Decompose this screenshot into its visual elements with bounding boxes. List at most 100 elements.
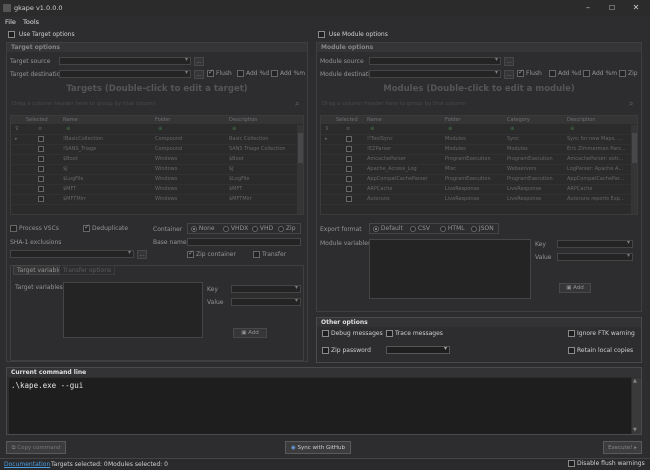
ignore-ftk-checkbox[interactable] — [568, 330, 575, 337]
zip-password-option[interactable]: Zip password — [322, 347, 371, 354]
table-row[interactable]: !SANS_Triage Compound SANS Triage Collecti… — [11, 145, 303, 155]
target-add-variable-button[interactable]: ▣ Add — [233, 328, 267, 338]
target-add-d-checkbox[interactable] — [237, 70, 244, 77]
zip-container-option[interactable]: Zip container — [187, 249, 236, 258]
export-csv-radio[interactable]: CSV — [410, 225, 430, 232]
target-add-m-checkbox[interactable] — [271, 70, 278, 77]
minimize-icon[interactable]: – — [583, 3, 593, 13]
targets-filter-row[interactable]: ⊽ ≡ ⊕ ⊕ ⊕ — [11, 125, 303, 135]
menu-tools[interactable]: Tools — [23, 18, 39, 26]
chevron-down-icon[interactable]: ▼ — [633, 427, 637, 433]
modules-grid[interactable]: Selected Name Folder Category Descriptio… — [320, 115, 638, 215]
module-value-combo[interactable] — [557, 252, 633, 261]
target-key-combo[interactable] — [231, 284, 301, 293]
use-target-checkbox[interactable] — [8, 31, 15, 38]
table-row[interactable]: ▸ !BasicCollection Compound Basic Collectio… — [11, 135, 303, 145]
module-key-combo[interactable] — [557, 239, 633, 248]
chevron-up-icon[interactable]: ▲ — [633, 378, 637, 384]
debug-messages-checkbox[interactable] — [322, 330, 329, 337]
zip-password-checkbox[interactable] — [322, 347, 329, 354]
module-add-d-option[interactable]: Add %d — [549, 70, 581, 77]
container-vhd-radio[interactable]: VHD — [252, 225, 273, 232]
targets-grid[interactable]: Selected Name Folder Description ⊽ ≡ ⊕ ⊕… — [10, 115, 304, 215]
target-source-browse-button[interactable]: … — [194, 57, 204, 66]
module-add-m-checkbox[interactable] — [583, 70, 590, 77]
table-row[interactable]: $MFTMirr Windows $MFTMirr — [11, 195, 303, 205]
table-row[interactable]: !EZParser Modules Modules Eric Zimmerman Pa… — [321, 145, 637, 155]
disable-flush-warnings-option[interactable]: Disable flush warnings — [568, 460, 645, 467]
table-row[interactable]: AppCompatCacheParser ProgramExecution Prog… — [321, 175, 637, 185]
target-value-combo[interactable] — [231, 297, 301, 306]
base-name-field[interactable] — [187, 238, 301, 246]
maximize-icon[interactable]: ☐ — [607, 3, 617, 13]
target-search-icon[interactable]: ⌕ — [295, 99, 299, 109]
target-flush-option[interactable]: Flush — [207, 68, 232, 77]
table-row[interactable]: AmcacheParser ProgramExecution ProgramExec… — [321, 155, 637, 165]
module-destination-combo[interactable] — [369, 69, 501, 78]
execute-button[interactable]: Execute! ▸ — [603, 441, 642, 454]
table-row[interactable]: Apache_Access_Log Misc Webservers LogParser… — [321, 165, 637, 175]
zip-container-checkbox[interactable] — [187, 249, 194, 258]
trace-messages-checkbox[interactable] — [386, 330, 393, 337]
table-row[interactable]: $MFT Windows $MFT — [11, 185, 303, 195]
target-destination-browse-button[interactable]: … — [194, 70, 204, 79]
module-flush-option[interactable]: Flush — [517, 68, 542, 77]
module-search-icon[interactable]: ⌕ — [629, 99, 633, 109]
use-module-checkbox[interactable] — [318, 31, 325, 38]
menu-file[interactable]: File — [5, 18, 16, 26]
module-add-d-checkbox[interactable] — [549, 70, 556, 77]
module-add-m-option[interactable]: Add %m — [583, 70, 617, 77]
retain-local-copies-checkbox[interactable] — [568, 347, 575, 354]
deduplicate-option[interactable]: Deduplicate — [83, 223, 128, 232]
table-row[interactable]: $Boot Windows $Boot — [11, 155, 303, 165]
export-html-radio[interactable]: HTML — [440, 225, 465, 232]
container-vhdx-radio[interactable]: VHDX — [223, 225, 248, 232]
transfer-option[interactable]: Transfer — [253, 251, 286, 258]
table-row[interactable]: $LogFile Windows $LogFile — [11, 175, 303, 185]
module-zip-checkbox[interactable] — [619, 70, 626, 77]
container-none-radio[interactable]: None — [191, 225, 215, 232]
target-destination-combo[interactable] — [59, 69, 191, 78]
export-default-radio[interactable]: Default — [373, 225, 403, 232]
module-add-variable-button[interactable]: ▣ Add — [559, 283, 591, 293]
command-line-scrollbar[interactable]: ▲ ▼ — [632, 378, 641, 434]
retain-local-copies-option[interactable]: Retain local copies — [568, 347, 633, 354]
module-zip-option[interactable]: Zip — [619, 70, 638, 77]
export-json-radio[interactable]: JSON — [471, 225, 494, 232]
disable-flush-warnings-checkbox[interactable] — [568, 460, 575, 467]
table-row[interactable]: ARPCache LiveResponse LiveResponse ARPCache — [321, 185, 637, 195]
trace-messages-option[interactable]: Trace messages — [386, 330, 443, 337]
copy-command-button[interactable]: ⧉ Copy command — [6, 441, 66, 454]
use-module-options[interactable]: Use Module options — [318, 31, 388, 38]
zip-password-field[interactable] — [386, 345, 450, 354]
module-source-combo[interactable] — [369, 56, 501, 65]
process-vscs-option[interactable]: Process VSCs — [10, 225, 59, 232]
sync-github-button[interactable]: ◉ Sync with GitHub — [285, 441, 351, 454]
transfer-checkbox[interactable] — [253, 251, 260, 258]
debug-messages-option[interactable]: Debug messages — [322, 330, 383, 337]
modules-scrollbar-thumb[interactable] — [632, 133, 637, 163]
target-add-d-option[interactable]: Add %d — [237, 70, 269, 77]
targets-scrollbar-thumb[interactable] — [298, 133, 303, 163]
modules-scrollbar[interactable] — [631, 125, 637, 214]
command-line-textbox[interactable]: .\kape.exe --gui — [9, 378, 631, 434]
targets-scrollbar[interactable] — [297, 125, 303, 214]
sha1-exclusions-combo[interactable] — [10, 249, 134, 258]
deduplicate-checkbox[interactable] — [83, 223, 90, 232]
modules-filter-row[interactable]: ⊽ ≡ ⊕ ⊕ ⊕ ⊕ — [321, 125, 637, 135]
close-icon[interactable]: ✕ — [631, 3, 641, 13]
container-zip-radio[interactable]: Zip — [278, 225, 296, 232]
documentation-link[interactable]: Documentation — [4, 461, 50, 468]
target-source-combo[interactable] — [59, 56, 191, 65]
tab-transfer-options[interactable]: Transfer options — [59, 265, 116, 275]
sha1-browse-button[interactable]: … — [137, 250, 147, 259]
module-destination-browse-button[interactable]: … — [504, 70, 514, 79]
process-vscs-checkbox[interactable] — [10, 225, 17, 232]
module-variables-list[interactable] — [369, 239, 531, 299]
target-flush-checkbox[interactable] — [207, 68, 214, 77]
table-row[interactable]: ▸ !!ToolSync Modules Sync Sync for new Maps,… — [321, 135, 637, 145]
table-row[interactable]: Autoruns LiveResponse LiveResponse Autoruns… — [321, 195, 637, 205]
target-add-m-option[interactable]: Add %m — [271, 70, 305, 77]
module-source-browse-button[interactable]: … — [504, 57, 514, 66]
use-target-options[interactable]: Use Target options — [8, 31, 75, 38]
